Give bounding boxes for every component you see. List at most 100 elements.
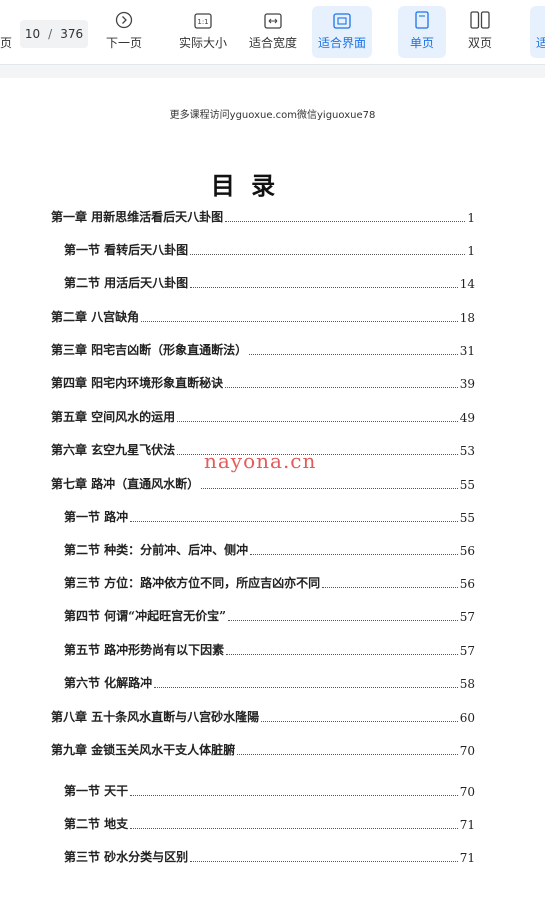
toc-entry-page: 60 bbox=[459, 711, 475, 725]
actual-size-icon: 1:1 bbox=[194, 13, 212, 29]
toc-entry[interactable]: 第五节 路冲形势尚有以下因素 57 bbox=[64, 642, 475, 658]
toc-entry[interactable]: 第二节 种类：分前冲、后冲、侧冲 56 bbox=[64, 542, 475, 558]
toc-leader-dots bbox=[130, 795, 458, 796]
toc-entry-label: 第四节 何谓“冲起旺宫无价宝” bbox=[64, 609, 226, 623]
toc-entry[interactable]: 第二节 地支 71 bbox=[64, 816, 475, 832]
toc-leader-dots bbox=[177, 421, 458, 422]
toc-entry[interactable]: 第一章 用新思维活看后天八卦图 1 bbox=[51, 209, 475, 225]
toc-entry[interactable]: 第二节 用活后天八卦图 14 bbox=[64, 275, 475, 291]
document-page: 更多课程访问yguoxue.com微信yiguoxue78 目 录 第一章 用新… bbox=[0, 78, 545, 917]
toc-leader-dots bbox=[237, 754, 458, 755]
double-page-label: 双页 bbox=[467, 36, 492, 50]
toc-entry-label: 第七章 路冲（直通风水断） bbox=[51, 477, 200, 491]
toc-entry[interactable]: 第九章 金锁玉关风水干支人体脏腑 70 bbox=[51, 742, 475, 758]
toc-entry-page: 56 bbox=[459, 544, 475, 558]
actual-size-icon-text: 1:1 bbox=[197, 18, 208, 26]
toc-leader-dots bbox=[190, 861, 458, 862]
toc-entry[interactable]: 第一节 天干 70 bbox=[64, 783, 475, 799]
viewer-toolbar: 页 10 / 376 下一页 1:1 实际大小 适合宽度 适合界面 单页 双页 … bbox=[0, 0, 545, 65]
toc-entry-page: 55 bbox=[459, 478, 475, 492]
toc-entry[interactable]: 第二章 八宫缺角 18 bbox=[51, 309, 475, 325]
toc-leader-dots bbox=[227, 620, 458, 621]
toc-entry-page: 39 bbox=[459, 377, 475, 391]
chevron-right-circle-icon bbox=[115, 11, 133, 29]
fit-width-button[interactable]: 适合宽度 bbox=[244, 6, 302, 58]
toc-entry-label: 第三节 砂水分类与区别 bbox=[64, 850, 189, 864]
double-page-icon bbox=[470, 11, 490, 29]
next-page-label: 下一页 bbox=[105, 36, 142, 50]
toc-entry-page: 71 bbox=[459, 818, 475, 832]
toc-entry-label: 第八章 五十条风水直断与八宫砂水隆陽 bbox=[51, 710, 260, 724]
toc-entry-label: 第五节 路冲形势尚有以下因素 bbox=[64, 643, 225, 657]
page-number-box[interactable]: 10 / 376 bbox=[20, 20, 88, 48]
toc-leader-dots bbox=[322, 587, 458, 588]
toc-leader-dots bbox=[261, 721, 458, 722]
double-page-button[interactable]: 双页 bbox=[456, 6, 504, 58]
toc-entry-page: 49 bbox=[459, 411, 475, 425]
toc-entry-label: 第二节 种类：分前冲、后冲、侧冲 bbox=[64, 543, 249, 557]
toc-leader-dots bbox=[130, 828, 458, 829]
toc-entry[interactable]: 第四章 阳宅内环境形象直断秘诀 39 bbox=[51, 375, 475, 391]
toc-entry-label: 第六节 化解路冲 bbox=[64, 676, 153, 690]
toc-entry-label: 第二章 八宫缺角 bbox=[51, 310, 140, 324]
toc-entry-label: 第五章 空间风水的运用 bbox=[51, 410, 176, 424]
toc-entry-page: 71 bbox=[459, 851, 475, 865]
toc-entry[interactable]: 第八章 五十条风水直断与八宫砂水隆陽 60 bbox=[51, 709, 475, 725]
page-header-watermark: 更多课程访问yguoxue.com微信yiguoxue78 bbox=[169, 110, 376, 121]
toc-leader-dots bbox=[226, 654, 458, 655]
toc-entry-label: 第四章 阳宅内环境形象直断秘诀 bbox=[51, 376, 224, 390]
actual-size-button[interactable]: 1:1 实际大小 bbox=[174, 6, 232, 58]
toc-entry[interactable]: 第一节 看转后天八卦图 1 bbox=[64, 242, 475, 258]
toc-entry[interactable]: 第三节 砂水分类与区别 71 bbox=[64, 849, 475, 865]
page-separator: / bbox=[48, 27, 53, 41]
toc-entry-page: 70 bbox=[459, 785, 475, 799]
toc-leader-dots bbox=[249, 354, 458, 355]
toc-entry-page: 58 bbox=[459, 677, 475, 691]
toc-entry[interactable]: 第五章 空间风水的运用 49 bbox=[51, 409, 475, 425]
toc-leader-dots bbox=[190, 254, 466, 255]
prev-page-label: 页 bbox=[0, 36, 13, 50]
toc-entry-page: 31 bbox=[459, 344, 475, 358]
toc-leader-dots bbox=[225, 387, 458, 388]
toc-entry-label: 第一节 路冲 bbox=[64, 510, 129, 524]
toc-entry-page: 1 bbox=[467, 211, 475, 225]
fit-width-icon bbox=[264, 13, 282, 29]
fit-screen-icon bbox=[333, 13, 351, 29]
toc-entry[interactable]: 第七章 路冲（直通风水断） 55 bbox=[51, 476, 475, 492]
toc-leader-dots bbox=[130, 521, 458, 522]
toc-leader-dots bbox=[225, 221, 466, 222]
toc-entry-page: 57 bbox=[459, 644, 475, 658]
toc-entry-label: 第六章 玄空九星飞伏法 bbox=[51, 443, 176, 457]
fit-width-label: 适合宽度 bbox=[248, 36, 297, 50]
site-watermark: nayona.cn bbox=[204, 449, 317, 473]
fit-screen-label: 适合界面 bbox=[317, 36, 366, 50]
page-current-input[interactable]: 10 bbox=[25, 27, 40, 41]
toc-leader-dots bbox=[201, 488, 458, 489]
toc-leader-dots bbox=[141, 321, 458, 322]
toc-entry[interactable]: 第六节 化解路冲 58 bbox=[64, 675, 475, 691]
single-page-icon bbox=[415, 11, 429, 29]
toc-entry-page: 1 bbox=[467, 244, 475, 258]
toc-entry[interactable]: 第三章 阳宅吉凶断（形象直通断法） 31 bbox=[51, 342, 475, 358]
toc-entry-page: 55 bbox=[459, 511, 475, 525]
toc-entry-page: 57 bbox=[459, 610, 475, 624]
toc-title: 目 录 bbox=[210, 171, 280, 200]
toc-entry[interactable]: 第三节 方位：路冲依方位不同，所应吉凶亦不同 56 bbox=[64, 575, 475, 591]
toc-entry-page: 56 bbox=[459, 577, 475, 591]
toc-entry-label: 第二节 地支 bbox=[64, 817, 129, 831]
toc-entry-label: 第二节 用活后天八卦图 bbox=[64, 276, 189, 290]
cut-off-right-label: 适 bbox=[536, 36, 545, 50]
actual-size-label: 实际大小 bbox=[178, 36, 227, 50]
toc-entry-label: 第三章 阳宅吉凶断（形象直通断法） bbox=[51, 343, 248, 357]
toc-entry[interactable]: 第四节 何谓“冲起旺宫无价宝” 57 bbox=[64, 608, 475, 624]
toc-entry-label: 第一节 看转后天八卦图 bbox=[64, 243, 189, 257]
prev-page-button[interactable]: 页 bbox=[0, 6, 12, 58]
toc-leader-dots bbox=[250, 554, 458, 555]
toc-leader-dots bbox=[190, 287, 458, 288]
next-page-button[interactable]: 下一页 bbox=[101, 6, 147, 58]
toc-entry-label: 第三节 方位：路冲依方位不同，所应吉凶亦不同 bbox=[64, 576, 321, 590]
fit-screen-button[interactable]: 适合界面 bbox=[312, 6, 372, 58]
toc-entry[interactable]: 第一节 路冲 55 bbox=[64, 509, 475, 525]
cut-off-right-button[interactable]: 适 bbox=[530, 6, 545, 58]
single-page-button[interactable]: 单页 bbox=[398, 6, 446, 58]
